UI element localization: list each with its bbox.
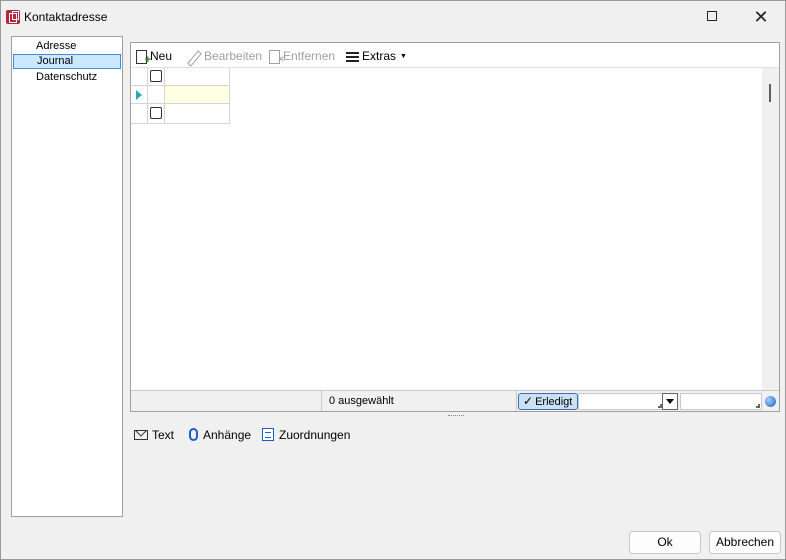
panel-splitter[interactable] [448, 415, 464, 418]
maximize-icon [707, 10, 717, 21]
paperclip-icon [189, 428, 198, 442]
app-icon [6, 10, 20, 24]
journal-grid-panel: Neu Bearbeiten Entfernen Extras▼ [130, 42, 780, 412]
filter-row-header [131, 104, 148, 124]
grid-status-bar: 0 ausgewählt ✓ Erledigt [131, 390, 779, 411]
new-document-icon [136, 49, 151, 69]
cancel-button[interactable]: Abbrechen [709, 531, 781, 554]
status-divider [516, 391, 517, 411]
pencil-icon [187, 50, 201, 64]
grid-toolbar: Neu Bearbeiten Entfernen Extras▼ [131, 43, 779, 69]
vertical-scrollbar[interactable] [762, 68, 779, 390]
row-header-cell [131, 68, 148, 86]
filter-cell[interactable] [165, 104, 230, 124]
delete-button[interactable]: Entfernen [269, 47, 336, 68]
tab-text[interactable]: Text [134, 427, 174, 443]
extras-menu-button[interactable]: Extras ▼ [346, 47, 407, 65]
filter-field[interactable] [680, 393, 762, 410]
title-bar: Kontaktadresse ✕ [1, 1, 785, 33]
row-indicator-cell [131, 86, 148, 104]
dialog-window: Kontaktadresse ✕ Adresse Journal Datensc… [0, 0, 786, 560]
resize-grip-icon [756, 404, 760, 408]
new-label: Neu [150, 49, 173, 63]
extras-label: Extras [362, 49, 397, 63]
header-cell[interactable] [165, 68, 230, 86]
select-all-checkbox[interactable] [150, 70, 162, 82]
globe-icon[interactable] [765, 396, 776, 407]
section-list: Adresse Journal Datenschutz [11, 36, 123, 517]
remove-document-icon [269, 49, 285, 68]
delete-label: Entfernen [283, 49, 336, 63]
filter-check-cell[interactable] [148, 104, 165, 124]
ok-button[interactable]: Ok [629, 531, 701, 554]
status-left-pane [131, 391, 322, 411]
close-button[interactable]: ✕ [738, 1, 784, 33]
checkmark-icon: ✓ [523, 394, 534, 408]
done-filter-combo[interactable] [578, 393, 664, 410]
sidebar-item-adresse[interactable]: Adresse [13, 39, 121, 54]
scrollbar-thumb[interactable] [769, 84, 771, 102]
journal-grid[interactable] [131, 68, 779, 390]
tab-assignments-label: Zuordnungen [279, 428, 351, 442]
selected-count: 0 ausgewählt [329, 395, 394, 407]
dropdown-caret-icon: ▼ [400, 52, 407, 60]
tab-attachments[interactable]: Anhänge [189, 427, 251, 443]
maximize-button[interactable] [689, 1, 735, 33]
combo-dropdown-button[interactable] [662, 393, 678, 410]
done-label: Erledigt [535, 396, 573, 408]
tab-assignments[interactable]: Zuordnungen [262, 427, 350, 443]
done-filter-toggle[interactable]: ✓ Erledigt [518, 393, 578, 410]
header-check-cell[interactable] [148, 68, 165, 86]
tab-text-label: Text [152, 428, 175, 442]
edit-button[interactable]: Bearbeiten [187, 47, 262, 65]
tab-attachments-label: Anhänge [203, 428, 252, 442]
edit-label: Bearbeiten [204, 49, 263, 63]
assignment-icon [262, 428, 274, 442]
new-row-cell[interactable] [165, 86, 230, 104]
new-row-check-cell[interactable] [148, 86, 165, 104]
sidebar-item-journal[interactable]: Journal [13, 54, 121, 69]
menu-icon [346, 51, 359, 62]
sidebar-item-datenschutz[interactable]: Datenschutz [13, 70, 121, 85]
filter-checkbox[interactable] [150, 107, 162, 119]
window-title: Kontaktadresse [24, 10, 108, 24]
close-icon: ✕ [753, 7, 769, 27]
new-button[interactable]: Neu [136, 47, 173, 69]
envelope-icon [134, 429, 148, 440]
current-row-icon [136, 90, 142, 100]
